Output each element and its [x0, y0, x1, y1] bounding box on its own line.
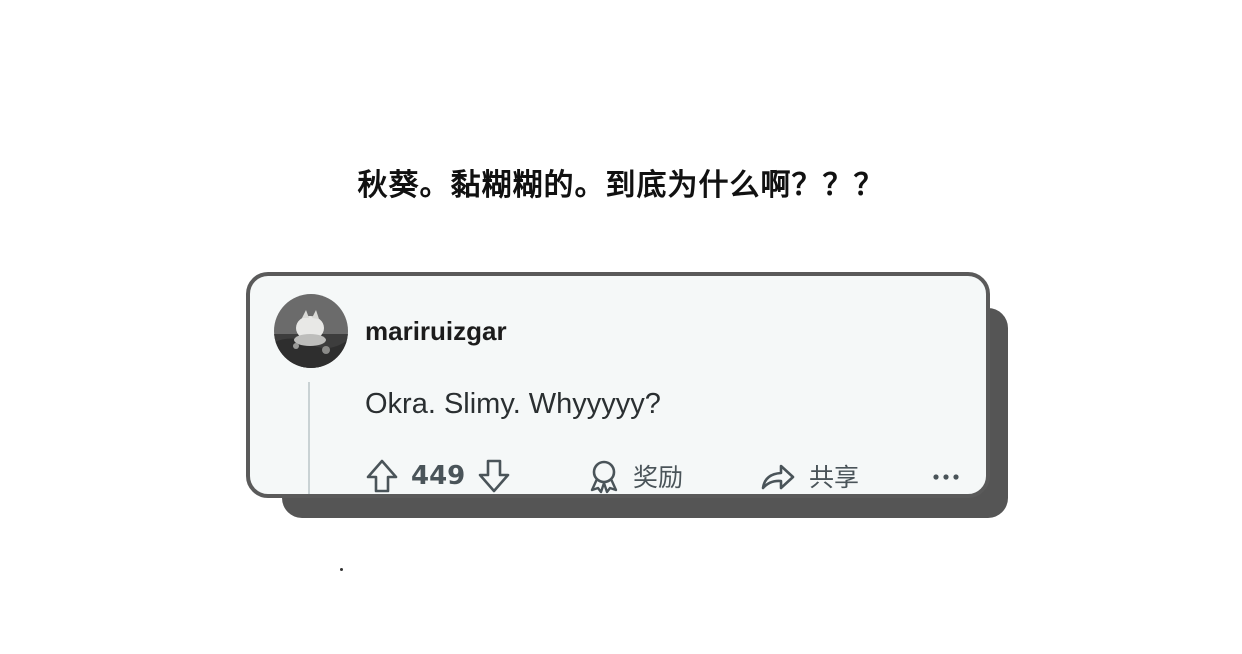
- share-button[interactable]: 共享: [759, 456, 859, 496]
- arrow-down-icon[interactable]: [477, 458, 511, 494]
- comment-text: Okra. Slimy. Whyyyyy?: [365, 388, 661, 420]
- share-arrow-icon: [759, 458, 797, 494]
- award-label: 奖励: [633, 463, 684, 492]
- avatar-image: [274, 294, 348, 368]
- thread-line: [308, 382, 310, 494]
- avatar[interactable]: [274, 294, 348, 368]
- username[interactable]: mariruizgar: [365, 316, 507, 347]
- page: 秋葵。黏糊糊的。到底为什么啊？？？ mariruizgar Okra. Slim…: [0, 0, 1242, 654]
- comment-actions: 449 奖励 共享: [365, 456, 975, 500]
- more-options-button[interactable]: [931, 456, 961, 496]
- award-ribbon-icon: [587, 458, 621, 494]
- page-caption: 秋葵。黏糊糊的。到底为什么啊？？？: [357, 168, 885, 203]
- award-button[interactable]: 奖励: [587, 456, 683, 496]
- share-label: 共享: [809, 463, 860, 492]
- vote-score: 449: [411, 461, 466, 491]
- vote-group: 449: [365, 456, 511, 496]
- stray-dot: [340, 568, 343, 571]
- comment-card: mariruizgar Okra. Slimy. Whyyyyy? 449 奖励…: [246, 272, 990, 498]
- ellipsis-icon: [931, 458, 961, 494]
- arrow-up-icon[interactable]: [365, 458, 399, 494]
